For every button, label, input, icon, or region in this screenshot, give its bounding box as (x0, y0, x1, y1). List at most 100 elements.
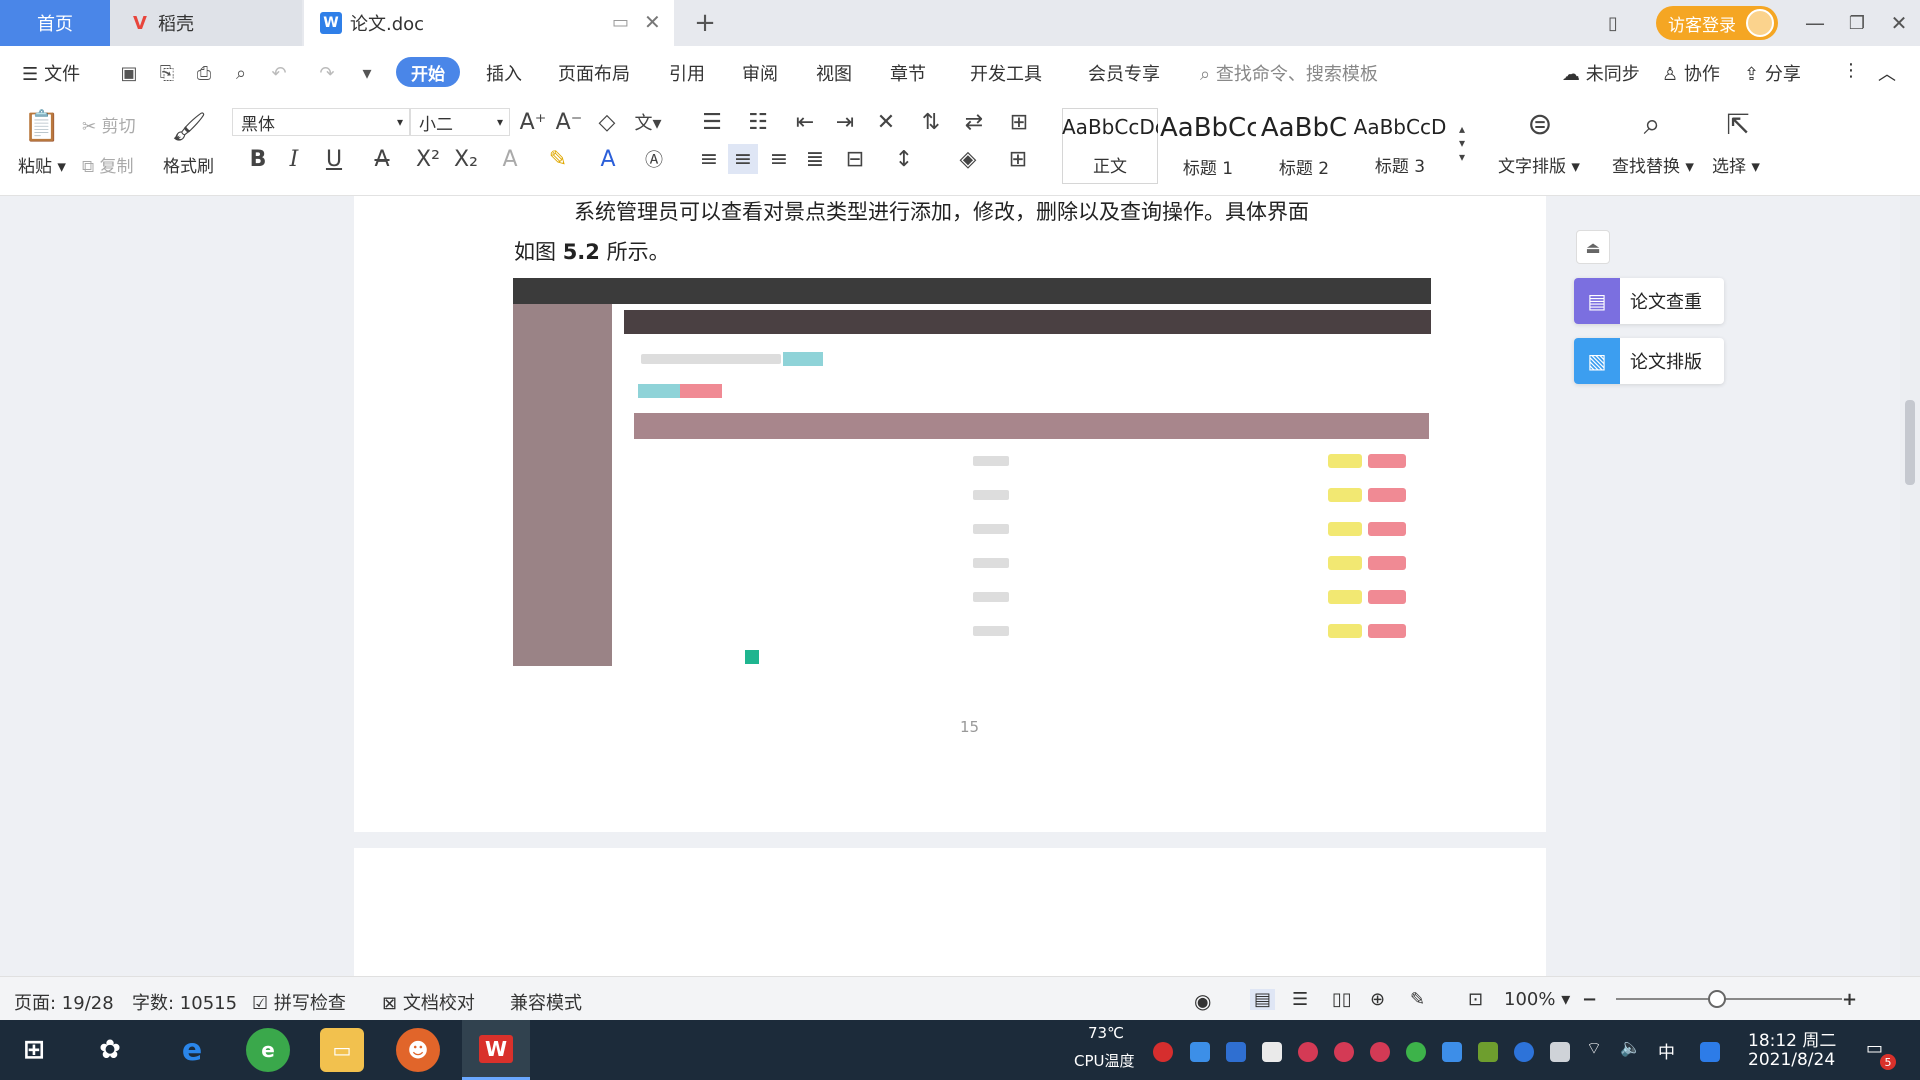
scrollbar-thumb[interactable] (1905, 400, 1915, 485)
wps-taskbar-button[interactable]: W (462, 1020, 530, 1080)
web-view-icon[interactable]: ⊕ (1370, 989, 1385, 1010)
sort-icon[interactable]: ⇅ (916, 108, 946, 136)
share-button[interactable]: ⇪ 分享 (1744, 60, 1801, 86)
tray-app-icon[interactable] (1190, 1042, 1210, 1062)
wifi-icon[interactable]: ⌔ (1586, 1038, 1602, 1059)
print-preview-icon[interactable]: ⌕ (230, 62, 252, 84)
restore-icon[interactable]: ❐ (1842, 8, 1872, 38)
guest-login-button[interactable]: 访客登录 (1656, 6, 1778, 40)
print-icon[interactable]: ⎙ (193, 62, 215, 84)
proofread-button[interactable]: ⊠ 文档校对 (382, 989, 475, 1015)
pen-icon[interactable]: ✎ (1410, 989, 1425, 1010)
more-icon[interactable]: ⋮ (1842, 60, 1860, 81)
menu-start[interactable]: 开始 (396, 57, 460, 87)
pinwheel-app-icon[interactable]: ✿ (88, 1028, 132, 1072)
undo-icon[interactable]: ↶ (268, 62, 290, 84)
shield-icon[interactable] (1226, 1042, 1246, 1062)
file-explorer-icon[interactable]: ▭ (320, 1028, 364, 1072)
page-view-icon[interactable]: ▤ (1250, 989, 1276, 1010)
game-app-icon[interactable]: ☻ (396, 1028, 440, 1072)
format-painter-button[interactable]: 格式刷 (163, 152, 214, 177)
styles-scroll-icon[interactable]: ▴ ▾ ▾ (1454, 110, 1470, 176)
subscript-icon[interactable]: X₂ (450, 144, 482, 174)
style-heading-3[interactable]: AaBbCcD 标题 3 (1352, 108, 1448, 184)
menu-review[interactable]: 审阅 (742, 60, 778, 86)
text-layout-icon[interactable]: ⊜ (1520, 104, 1560, 144)
line-spacing-icon[interactable]: ↕ (886, 144, 922, 174)
distributed-icon[interactable]: ⊟ (840, 144, 870, 174)
nvidia-icon[interactable] (1478, 1042, 1498, 1062)
eye-protection-icon[interactable]: ◉ (1194, 989, 1211, 1013)
select-button[interactable]: 选择 ▾ (1712, 152, 1760, 177)
sync-status[interactable]: ☁ 未同步 (1562, 60, 1640, 86)
borders-icon[interactable]: ⊞ (1000, 144, 1036, 174)
italic-icon[interactable]: I (280, 144, 308, 174)
increase-indent-icon[interactable]: ⇥ (830, 108, 860, 136)
tray-app-icon[interactable] (1442, 1042, 1462, 1062)
bluetooth-icon[interactable] (1514, 1042, 1534, 1062)
browser-360-icon[interactable]: e (246, 1028, 290, 1072)
tab-daoke[interactable]: ᐯ 稻壳 (110, 0, 302, 46)
redo-icon[interactable]: ↷ (316, 62, 338, 84)
copy-button[interactable]: ⧉ 复制 (82, 152, 134, 177)
document-next-page[interactable] (354, 848, 1546, 978)
volume-icon[interactable]: 🔈 (1620, 1038, 1641, 1058)
outline-view-icon[interactable]: ☰ (1292, 989, 1308, 1010)
customize-toolbar-icon[interactable]: ▾ (356, 62, 378, 84)
input-method[interactable]: 中 (1658, 1038, 1675, 1063)
collapse-panel-icon[interactable]: ⏏ (1576, 230, 1610, 264)
qq-input-icon[interactable] (1700, 1042, 1720, 1062)
style-heading-2[interactable]: AaBbC 标题 2 (1256, 108, 1352, 184)
zoom-select[interactable]: 100% ▾ (1504, 989, 1570, 1010)
font-size-select[interactable]: 小二 ▾ (410, 108, 510, 136)
bullet-list-icon[interactable]: ☰ (694, 108, 730, 136)
find-replace-button[interactable]: 查找替换 ▾ (1612, 152, 1694, 177)
qq-icon[interactable] (1370, 1042, 1390, 1062)
new-tab-icon[interactable]: + (690, 8, 720, 38)
char-border-icon[interactable]: Ⓐ (640, 144, 668, 174)
text-effect-icon[interactable]: A (492, 144, 528, 174)
paste-icon[interactable]: 📋 (23, 106, 60, 146)
embedded-figure-image[interactable] (513, 278, 1431, 666)
page-indicator[interactable]: 页面: 19/28 (14, 989, 114, 1015)
tab-home[interactable]: 首页 (0, 0, 110, 46)
align-left-icon[interactable]: ≡ (694, 144, 724, 174)
grow-font-icon[interactable]: A⁺ (518, 108, 548, 136)
window-mode-icon[interactable]: ▭ (612, 12, 629, 33)
find-replace-icon[interactable]: ⌕ (1632, 104, 1672, 144)
zoom-out-icon[interactable]: − (1582, 989, 1597, 1010)
reading-view-icon[interactable]: ▯▯ (1332, 989, 1352, 1010)
qq-icon[interactable] (1298, 1042, 1318, 1062)
bold-icon[interactable]: B (244, 144, 272, 174)
windows-start-icon[interactable]: ⊞ (12, 1028, 56, 1072)
align-center-icon[interactable]: ≡ (728, 144, 758, 174)
justify-icon[interactable]: ≣ (800, 144, 830, 174)
save-icon[interactable]: ▣ (118, 62, 140, 84)
paper-check-button[interactable]: ▤ 论文查重 (1574, 278, 1724, 324)
menu-developer[interactable]: 开发工具 (970, 60, 1042, 86)
phonetic-guide-icon[interactable]: 文▾ (628, 108, 668, 136)
numbered-list-icon[interactable]: ☷ (740, 108, 776, 136)
security-plus-icon[interactable] (1406, 1042, 1426, 1062)
highlight-icon[interactable]: ✎ (540, 144, 576, 174)
collapse-ribbon-icon[interactable]: ︿ (1878, 60, 1896, 86)
paper-layout-button[interactable]: ▧ 论文排版 (1574, 338, 1724, 384)
vertical-scrollbar[interactable] (1900, 196, 1920, 976)
format-painter-icon[interactable]: 🖌 (171, 106, 207, 146)
qq-icon[interactable] (1334, 1042, 1354, 1062)
text-layout-button[interactable]: 文字排版 ▾ (1498, 152, 1580, 177)
close-tab-icon[interactable]: ✕ (644, 10, 661, 34)
underline-icon[interactable]: U (316, 144, 352, 174)
reading-mode-icon[interactable]: ▯ (1598, 8, 1628, 38)
spellcheck-button[interactable]: ☑ 拼写检查 (252, 989, 346, 1015)
fit-page-icon[interactable]: ⊡ (1468, 989, 1483, 1010)
clock-time[interactable]: 18:12 周二 (1748, 1026, 1836, 1051)
chinese-layout-icon[interactable]: ✕ (868, 108, 904, 136)
text-direction-icon[interactable]: ⇄ (956, 108, 992, 136)
bell-icon[interactable] (1262, 1042, 1282, 1062)
menu-member[interactable]: 会员专享 (1088, 60, 1160, 86)
collaborate-button[interactable]: ♙ 协作 (1662, 60, 1720, 86)
internet-explorer-icon[interactable]: e (170, 1028, 214, 1072)
menu-references[interactable]: 引用 (669, 60, 705, 86)
tray-app-icon[interactable] (1153, 1042, 1173, 1062)
